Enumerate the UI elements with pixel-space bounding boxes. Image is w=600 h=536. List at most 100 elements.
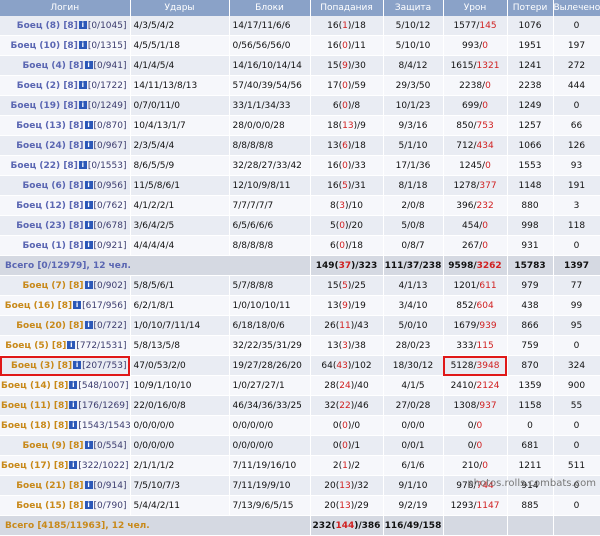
info-icon[interactable]: i <box>69 381 77 389</box>
player-name-link[interactable]: Боец (22) <box>10 161 60 171</box>
hits-landed-b: )/33 <box>348 161 366 171</box>
info-icon[interactable]: i <box>69 421 77 429</box>
info-icon[interactable]: i <box>79 161 87 169</box>
info-icon[interactable]: i <box>85 441 93 449</box>
player-hp: [207/753] <box>82 361 126 371</box>
player-login: Боец (3) [8]i[207/753] <box>0 356 130 376</box>
player-name-link[interactable]: Боец (1) <box>22 241 65 251</box>
info-icon[interactable]: i <box>69 401 77 409</box>
info-icon[interactable]: i <box>69 461 77 469</box>
player-name-link[interactable]: Боец (8) <box>17 21 60 31</box>
hits-landed-cell: 16(0)/11 <box>310 36 383 56</box>
column-header[interactable]: Логин <box>0 0 130 16</box>
column-header[interactable]: Попадания <box>310 0 383 16</box>
column-header[interactable]: Урон <box>443 0 507 16</box>
info-icon[interactable]: i <box>85 141 93 149</box>
table-row: Боец (4) [8]i[0/941]4/1/4/5/414/16/10/14… <box>0 56 600 76</box>
info-icon[interactable]: i <box>79 101 87 109</box>
info-icon[interactable]: i <box>85 121 93 129</box>
player-name-link[interactable]: Боец (17) <box>1 461 51 471</box>
player-name-link[interactable]: Боец (4) <box>22 61 65 71</box>
player-name-link[interactable]: Боец (7) <box>22 281 65 291</box>
info-icon[interactable]: i <box>85 321 93 329</box>
team-total-row: Всего [4185/11963], 12 чел.232(144)/3861… <box>0 516 600 536</box>
hits-landed-b: )/10 <box>345 201 363 211</box>
info-icon[interactable]: i <box>85 61 93 69</box>
player-name-link[interactable]: Боец (15) <box>16 501 66 511</box>
player-hp: [0/722] <box>94 321 127 331</box>
player-name-link[interactable]: Боец (16) <box>5 301 55 311</box>
info-icon[interactable]: i <box>85 201 93 209</box>
hits-cell: 0/0/0/0/0 <box>130 416 229 436</box>
table-row: Боец (18) [8]i[1543/1543]0/0/0/0/00/0/0/… <box>0 416 600 436</box>
info-icon[interactable]: i <box>85 241 93 249</box>
player-name-link[interactable]: Боец (5) <box>5 341 48 351</box>
losses-cell: 2238 <box>507 76 553 96</box>
player-name-link[interactable]: Боец (3) <box>11 361 54 371</box>
healed-cell: 0 <box>553 236 600 256</box>
losses-cell: 870 <box>507 356 553 376</box>
table-row: Боец (5) [8]i[772/1531]5/8/13/5/832/22/3… <box>0 336 600 356</box>
column-header[interactable]: Защита <box>383 0 443 16</box>
healed-cell: 900 <box>553 376 600 396</box>
player-name-link[interactable]: Боец (6) <box>22 181 65 191</box>
damage-total: 5128/ <box>451 361 477 371</box>
hits-landed-b: )/18 <box>348 21 366 31</box>
info-icon[interactable]: i <box>79 81 87 89</box>
info-icon[interactable]: i <box>73 361 81 369</box>
player-level: [8] <box>63 101 78 111</box>
hits-landed-a: 16( <box>327 41 342 51</box>
healed-cell: 0 <box>553 336 600 356</box>
hits-landed-cell: 0(0)/1 <box>310 436 383 456</box>
player-level: [8] <box>69 481 84 491</box>
info-icon[interactable]: i <box>85 281 93 289</box>
player-hp: [176/1269] <box>78 401 128 411</box>
healed-cell: 191 <box>553 176 600 196</box>
player-level: [8] <box>52 341 67 351</box>
column-header[interactable]: Удары <box>130 0 229 16</box>
player-hp: [0/914] <box>94 481 127 491</box>
damage-cell: 2238/0 <box>443 76 507 96</box>
total-hits-a: 149( <box>316 261 339 271</box>
player-name-link[interactable]: Боец (11) <box>1 401 51 411</box>
info-icon[interactable]: i <box>73 301 81 309</box>
player-name-link[interactable]: Боец (10) <box>10 41 60 51</box>
player-name-link[interactable]: Боец (13) <box>16 121 66 131</box>
player-name-link[interactable]: Боец (19) <box>10 101 60 111</box>
info-icon[interactable]: i <box>85 221 93 229</box>
hits-landed-cell: 0(0)/0 <box>310 416 383 436</box>
player-level: [8] <box>54 401 69 411</box>
player-name-link[interactable]: Боец (18) <box>1 421 51 431</box>
healed-cell: 77 <box>553 276 600 296</box>
healed-cell: 272 <box>553 56 600 76</box>
player-name-link[interactable]: Боец (24) <box>16 141 66 151</box>
player-name-link[interactable]: Боец (12) <box>16 201 66 211</box>
info-icon[interactable]: i <box>85 181 93 189</box>
healed-cell: 444 <box>553 76 600 96</box>
player-name-link[interactable]: Боец (2) <box>17 81 60 91</box>
hits-landed-b: )/38 <box>348 341 366 351</box>
info-icon[interactable]: i <box>79 21 87 29</box>
damage-crit: 611 <box>479 281 496 291</box>
damage-cell: 699/0 <box>443 96 507 116</box>
player-level: [8] <box>69 321 84 331</box>
column-header[interactable]: Потери <box>507 0 553 16</box>
losses-cell: 1158 <box>507 396 553 416</box>
player-name-link[interactable]: Боец (21) <box>16 481 66 491</box>
player-name-link[interactable]: Боец (9) <box>22 441 65 451</box>
blocks-cell: 7/7/7/7/7 <box>229 196 310 216</box>
info-icon[interactable]: i <box>85 481 93 489</box>
column-header[interactable]: Вылечено <box>553 0 600 16</box>
info-icon[interactable]: i <box>79 41 87 49</box>
player-level: [8] <box>58 301 73 311</box>
info-icon[interactable]: i <box>67 341 75 349</box>
column-header[interactable]: Блоки <box>229 0 310 16</box>
hits-landed-cell: 2(1)/2 <box>310 456 383 476</box>
damage-cell: 1308/937 <box>443 396 507 416</box>
player-name-link[interactable]: Боец (20) <box>16 321 66 331</box>
damage-cell: 267/0 <box>443 236 507 256</box>
damage-cell: 993/0 <box>443 36 507 56</box>
player-name-link[interactable]: Боец (14) <box>1 381 51 391</box>
info-icon[interactable]: i <box>85 501 93 509</box>
player-name-link[interactable]: Боец (23) <box>16 221 66 231</box>
